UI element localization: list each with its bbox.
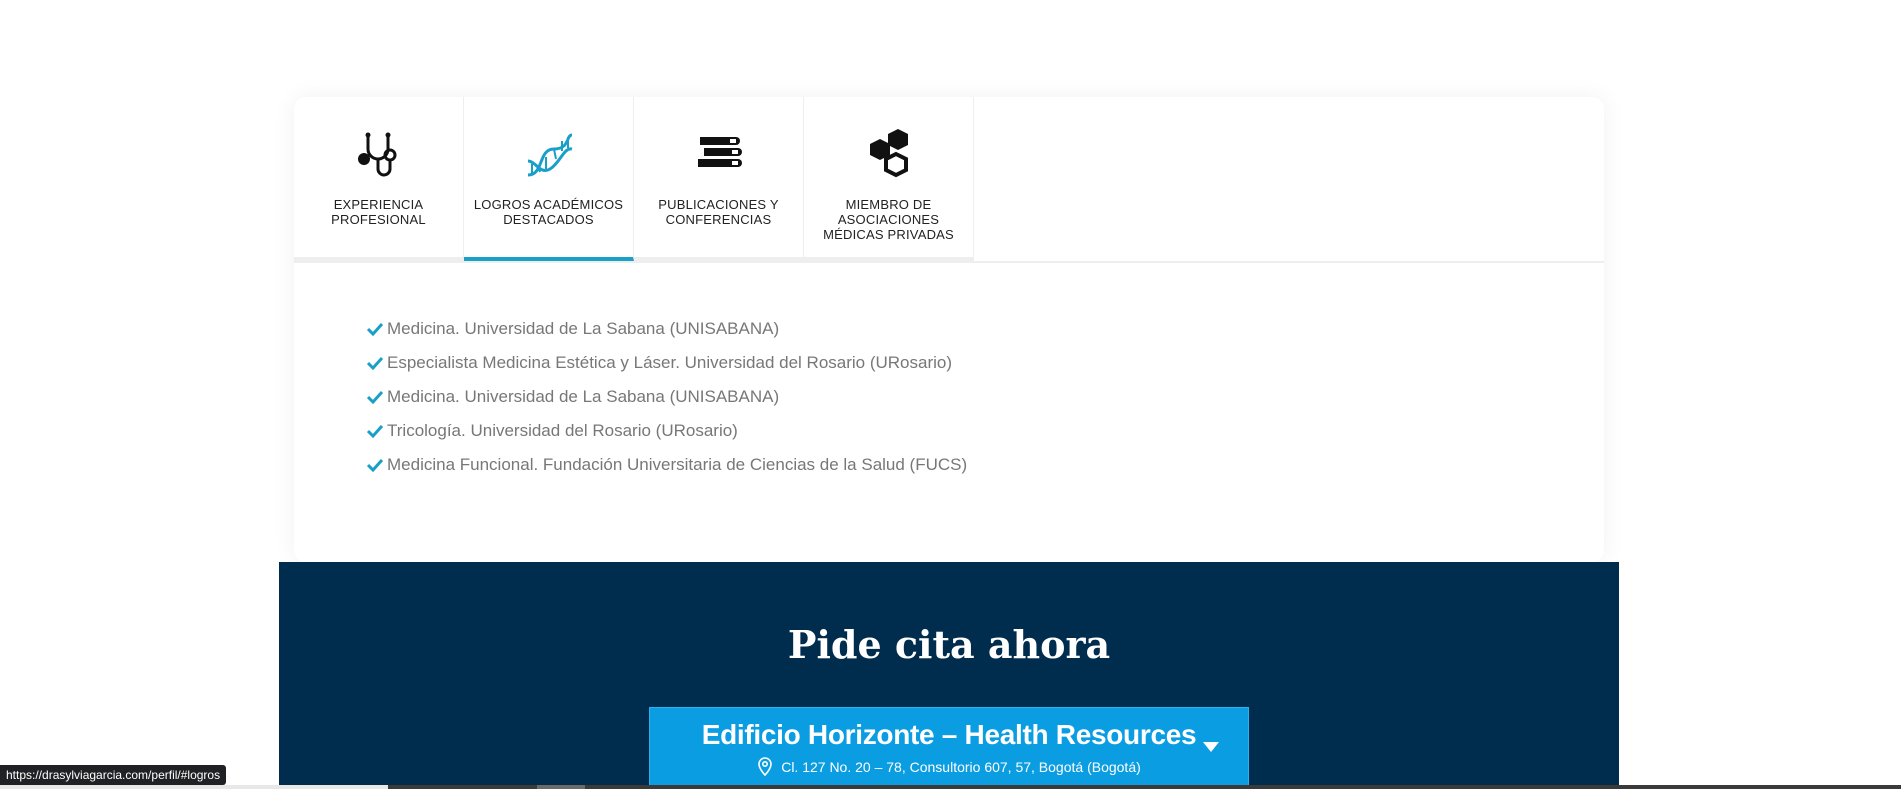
books-icon xyxy=(698,137,742,167)
tab-label: EXPERIENCIA PROFESIONAL xyxy=(331,197,426,227)
tab-experiencia-profesional[interactable]: EXPERIENCIA PROFESIONAL xyxy=(294,97,464,261)
status-bar-url: https://drasylviagarcia.com/perfil/#logr… xyxy=(0,765,227,785)
tab-logros-academicos[interactable]: LOGROS ACADÉMICOS DESTACADOS xyxy=(464,97,634,261)
tab-label: PUBLICACIONES Y CONFERENCIAS xyxy=(658,197,779,227)
dna-icon xyxy=(527,133,573,177)
profile-tabs-card: EXPERIENCIA PROFESIONAL LOGROS ACADÉMICO… xyxy=(294,97,1604,562)
taskbar-segment xyxy=(0,785,388,789)
list-item-text: Medicina. Universidad de La Sabana (UNIS… xyxy=(387,319,780,338)
stethoscope-icon xyxy=(358,132,397,177)
list-item: Medicina. Universidad de La Sabana (UNIS… xyxy=(367,312,967,346)
tab-label: LOGROS ACADÉMICOS DESTACADOS xyxy=(473,197,624,227)
tab-label: MIEMBRO DE ASOCIACIONES MÉDICAS PRIVADAS xyxy=(823,197,954,242)
location-address-text: Cl. 127 No. 20 – 78, Consultorio 607, 57… xyxy=(781,759,1141,775)
check-icon xyxy=(367,390,383,404)
caret-down-icon xyxy=(1203,742,1219,752)
list-item-text: Medicina Funcional. Fundación Universita… xyxy=(387,455,968,474)
location-name: Edificio Horizonte – Health Resources xyxy=(701,719,1197,750)
list-item-text: Especialista Medicina Estética y Láser. … xyxy=(387,353,953,372)
list-item: Medicina Funcional. Fundación Universita… xyxy=(367,448,967,482)
achievements-list: Medicina. Universidad de La Sabana (UNIS… xyxy=(367,312,967,482)
list-item: Medicina. Universidad de La Sabana (UNIS… xyxy=(367,380,967,414)
list-item-text: Medicina. Universidad de La Sabana (UNIS… xyxy=(387,387,780,406)
list-item: Especialista Medicina Estética y Láser. … xyxy=(367,346,967,380)
check-icon xyxy=(367,356,383,370)
hexagons-icon xyxy=(870,129,908,178)
check-icon xyxy=(367,424,383,438)
appointment-title: Pide cita ahora xyxy=(787,622,1111,667)
check-icon xyxy=(367,322,383,336)
appointment-section: Pide cita ahora Edificio Horizonte – Hea… xyxy=(279,562,1619,789)
taskbar-segment xyxy=(537,785,585,789)
list-item: Tricología. Universidad del Rosario (URo… xyxy=(367,414,967,448)
taskbar-strip xyxy=(0,785,1901,789)
check-icon xyxy=(367,458,383,472)
location-address: Cl. 127 No. 20 – 78, Consultorio 607, 57… xyxy=(650,757,1248,777)
location-select[interactable]: Edificio Horizonte – Health Resources Cl… xyxy=(649,707,1249,789)
list-item-text: Tricología. Universidad del Rosario (URo… xyxy=(387,421,738,440)
tab-miembro-asociaciones[interactable]: MIEMBRO DE ASOCIACIONES MÉDICAS PRIVADAS xyxy=(804,97,974,261)
tab-publicaciones-conferencias[interactable]: PUBLICACIONES Y CONFERENCIAS xyxy=(634,97,804,261)
map-pin-icon xyxy=(758,757,773,777)
tab-bar: EXPERIENCIA PROFESIONAL LOGROS ACADÉMICO… xyxy=(294,97,1604,263)
